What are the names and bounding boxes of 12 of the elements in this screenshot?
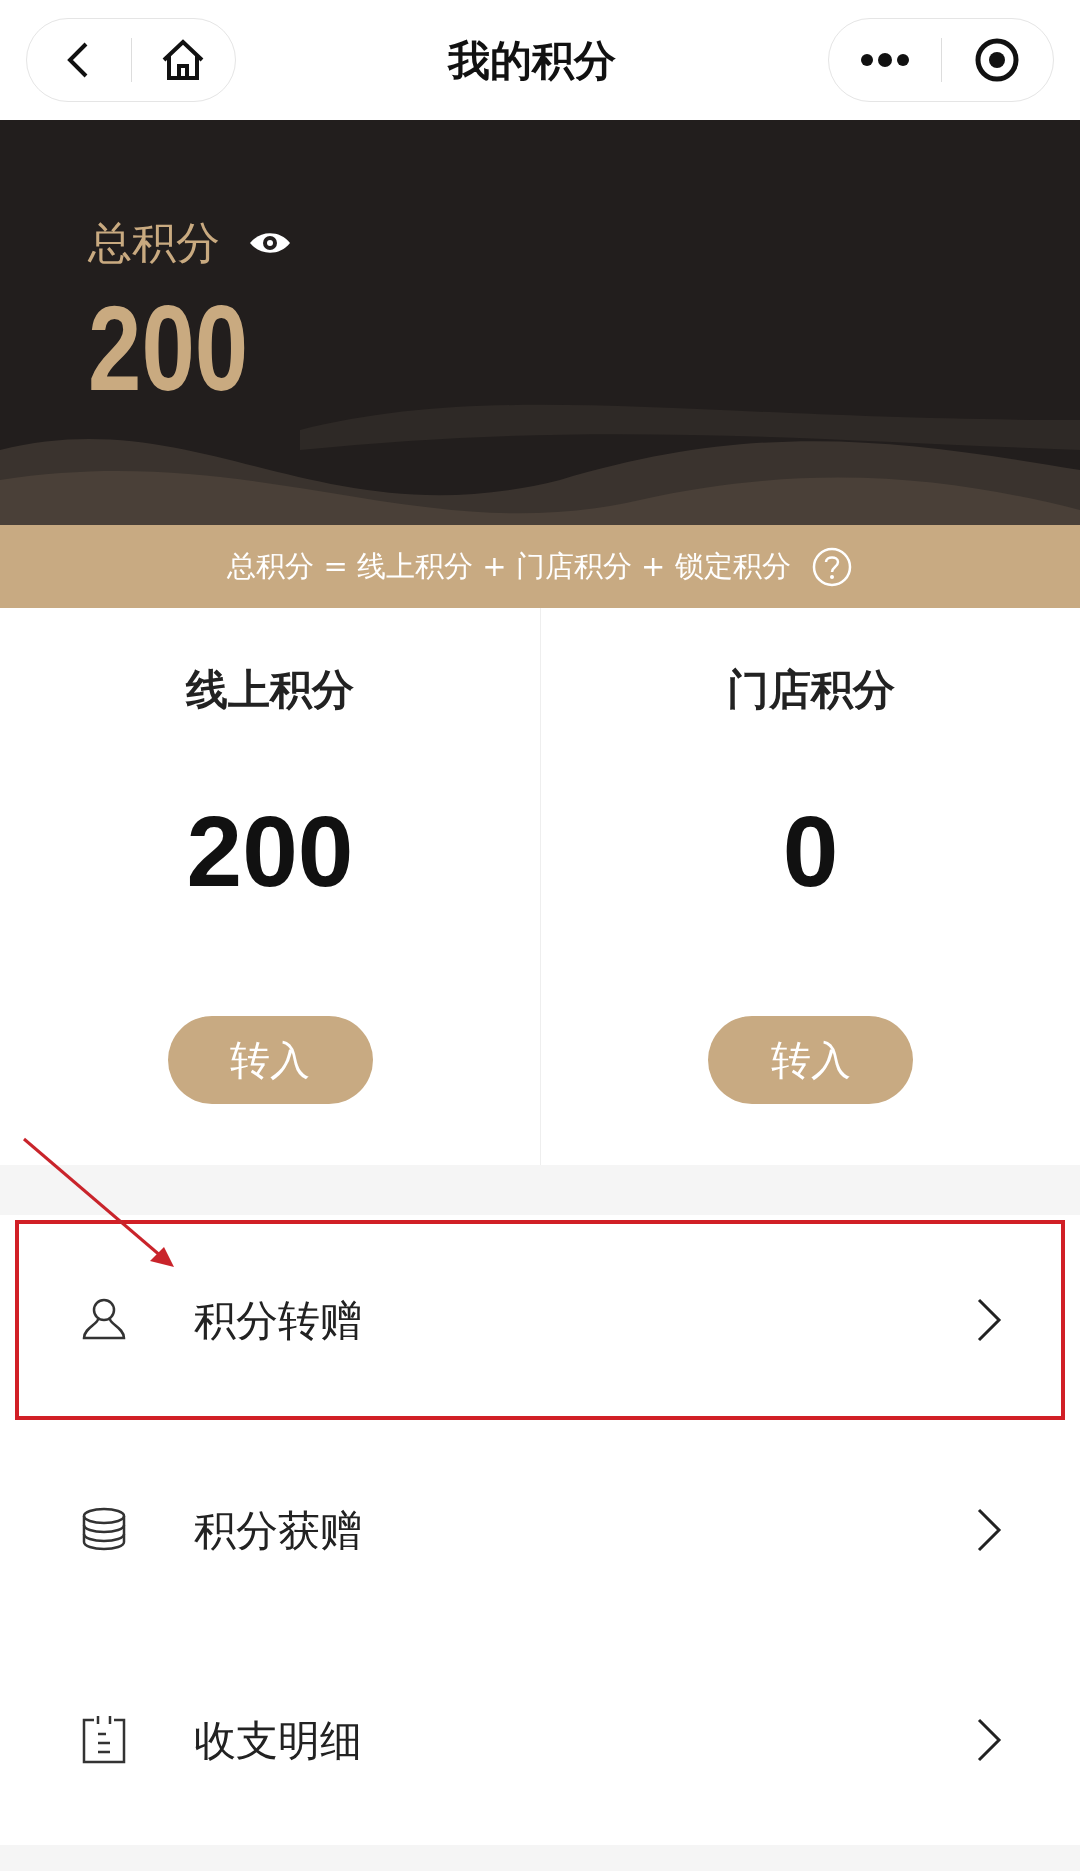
page-title: 我的积分 [448, 34, 616, 87]
total-points-value: 200 [88, 282, 250, 414]
more-icon [858, 52, 911, 68]
menu-item[interactable]: 收支明细 [0, 1635, 1080, 1845]
account-title: 门店积分 [726, 664, 895, 716]
points-formula: 总积分 = 线上积分 + 门店积分 + 锁定积分 [227, 547, 791, 585]
account-points: 0 [782, 796, 839, 906]
account-points: 200 [186, 796, 354, 906]
menu-item[interactable]: 积分获赠 [0, 1425, 1080, 1635]
menu-item[interactable]: 积分转赠 [0, 1215, 1080, 1425]
account-title: 线上积分 [186, 664, 354, 716]
total-points-label: 总积分 [88, 216, 220, 270]
